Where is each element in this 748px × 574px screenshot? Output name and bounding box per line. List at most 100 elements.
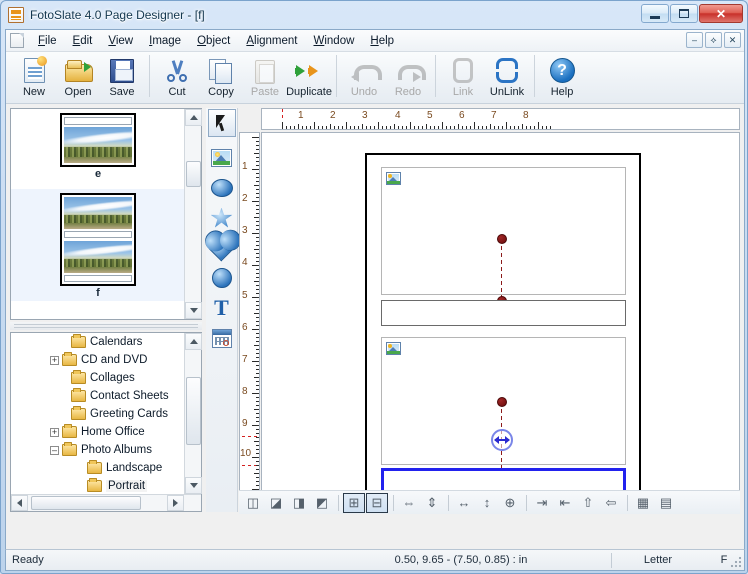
star-shape-tool[interactable] [208,204,236,232]
maximize-button[interactable] [670,4,698,23]
save-button[interactable]: Save [100,55,144,98]
caption-frame-top[interactable] [381,300,626,326]
thumbnail-pane[interactable]: e f [10,108,202,320]
tree-node-collages[interactable]: Collages [11,369,185,387]
caption-frame-bottom[interactable] [381,468,626,491]
scroll-up-arrow-icon[interactable] [185,333,202,350]
list-item[interactable]: e [11,113,185,180]
mdi-restore-button[interactable]: ⟡ [705,32,722,48]
open-button[interactable]: Open [56,55,100,98]
menu-file[interactable]: File [30,32,65,50]
calendar-tool[interactable] [208,324,236,352]
menu-object[interactable]: Object [189,32,238,50]
document-page[interactable] [365,153,641,491]
tree-node-photo-albums[interactable]: – Photo Albums [11,441,185,459]
space-horizontal-icon[interactable]: ⇥ [531,493,553,513]
select-arrow-tool[interactable] [207,109,236,137]
tree-list: Calendars + CD and DVD Collages Contact … [11,333,185,495]
center-vertical-icon[interactable]: ⊟ [366,492,388,513]
ellipse-shape-tool[interactable] [208,174,236,202]
status-coordinates: 0.50, 9.65 - (7.50, 0.85) : in [394,554,528,566]
center-horizontal-icon[interactable]: ⊞ [343,492,365,513]
tree-horizontal-scrollbar[interactable] [11,494,201,511]
image-frame-top[interactable] [381,167,626,295]
copy-button[interactable]: Copy [199,55,243,98]
heart-shape-tool[interactable] [208,234,236,262]
tree-node-greeting-cards[interactable]: Greeting Cards [11,405,185,423]
vertical-ruler[interactable]: 1 2 3 4 5 6 7 8 9 10 [239,132,260,492]
duplicate-arrows-icon [294,57,324,84]
close-button[interactable]: ✕ [699,4,743,23]
tree-node-home-office[interactable]: + Home Office [11,423,185,441]
menu-help[interactable]: Help [362,32,402,50]
menu-view[interactable]: View [100,32,141,50]
ruler-tick-label: 6 [459,110,465,121]
scrollbar-thumb[interactable] [31,496,141,510]
toolbar-separator [393,494,394,511]
scroll-down-arrow-icon[interactable] [185,477,202,494]
tree-node-contact-sheets[interactable]: Contact Sheets [11,387,185,405]
link-anchor-bottom-image[interactable] [497,397,507,407]
same-width-icon[interactable]: ↔ [453,493,475,513]
tree-node-calendars[interactable]: Calendars [11,333,185,351]
align-bottom-icon[interactable]: ◩ [311,493,333,513]
mdi-close-button[interactable]: ✕ [724,32,741,48]
collapser-icon[interactable]: – [50,445,59,455]
menu-window[interactable]: Window [305,32,362,50]
document-icon [10,33,24,48]
menu-image[interactable]: Image [141,32,189,50]
image-frame-tool[interactable] [208,144,236,172]
scroll-down-arrow-icon[interactable] [185,302,202,319]
thumbnail-page-f[interactable] [60,193,136,286]
scrollbar-thumb[interactable] [186,377,201,445]
left-panel: e f Calendars + CD and DVD Collages Cont… [10,108,202,512]
align-left-icon[interactable]: ◫ [242,493,264,513]
expander-icon[interactable]: + [50,427,59,437]
thumbnail-vertical-scrollbar[interactable] [184,109,202,319]
thumbnail-page-e[interactable] [60,113,136,167]
space-horizontal-equal-icon[interactable]: ⇤ [554,493,576,513]
panel-splitter[interactable] [10,322,202,330]
tree-node-cd-and-dvd[interactable]: + CD and DVD [11,351,185,369]
help-button[interactable]: ? Help [540,55,584,98]
duplicate-button[interactable]: Duplicate [286,55,332,98]
same-height-icon[interactable]: ↕ [476,493,498,513]
scroll-left-arrow-icon[interactable] [11,495,28,511]
scroll-right-arrow-icon[interactable] [167,495,184,511]
menu-view-label: iew [115,34,134,47]
menu-edit[interactable]: Edit [65,32,101,50]
link-anchor-top-image[interactable] [497,234,507,244]
cut-button[interactable]: Cut [155,55,199,98]
mdi-minimize-button[interactable]: – [686,32,703,48]
snap-to-grid-icon[interactable]: ▦ [632,493,654,513]
list-item[interactable]: f [11,189,185,301]
tree-node-portrait[interactable]: Portrait [11,477,185,495]
calendar-icon [211,328,232,348]
new-button[interactable]: New [12,55,56,98]
menu-alignment[interactable]: Alignment [238,32,305,50]
scroll-up-arrow-icon[interactable] [185,109,202,126]
distribute-horizontal-icon[interactable]: ⇔ [398,493,420,513]
scrollbar-thumb[interactable] [186,161,201,187]
space-vertical-icon[interactable]: ⇧ [577,493,599,513]
circle-shape-tool[interactable] [208,264,236,292]
ruler-tick-label: 3 [362,110,368,121]
minimize-button[interactable] [641,4,669,23]
expander-icon[interactable]: + [50,355,59,365]
tree-vertical-scrollbar[interactable] [184,333,202,494]
ruler-tick-label: 8 [523,110,529,121]
page-bounds-icon[interactable]: ▤ [655,493,677,513]
unlink-button[interactable]: UnLink [485,55,529,98]
resize-grip-icon[interactable] [730,556,742,568]
align-right-icon[interactable]: ◪ [265,493,287,513]
new-document-icon [19,56,49,84]
text-tool[interactable]: T [208,294,236,322]
distribute-vertical-icon[interactable]: ⇕ [421,493,443,513]
horizontal-ruler[interactable]: 1 2 3 4 5 6 7 8 [261,108,740,130]
template-tree-pane[interactable]: Calendars + CD and DVD Collages Contact … [10,332,202,512]
tree-node-landscape[interactable]: Landscape [11,459,185,477]
page-canvas[interactable] [261,132,740,492]
same-size-icon[interactable]: ⊕ [499,493,521,513]
align-top-icon[interactable]: ◨ [288,493,310,513]
space-vertical-equal-icon[interactable]: ⇦ [600,493,622,513]
